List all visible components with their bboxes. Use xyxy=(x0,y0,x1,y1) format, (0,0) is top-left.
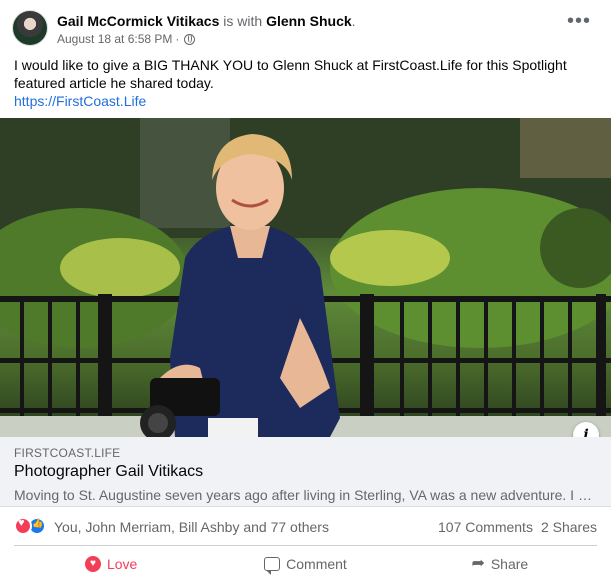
author-line: Gail McCormick Vitikacs is with Glenn Sh… xyxy=(57,12,356,30)
shares-count[interactable]: 2 Shares xyxy=(541,518,597,536)
with-text: is with xyxy=(219,13,267,29)
tagged-suffix: . xyxy=(351,13,356,29)
share-label: Share xyxy=(490,556,529,572)
arrow-share-icon: ➦ xyxy=(471,555,485,572)
more-options-button[interactable]: ••• xyxy=(567,11,590,35)
comments-count[interactable]: 107 Comments xyxy=(438,518,533,536)
reaction-icons[interactable] xyxy=(14,517,50,535)
love-label: Love xyxy=(106,556,138,572)
globe-icon[interactable] xyxy=(184,33,196,45)
photo-illustration xyxy=(0,118,611,437)
link-preview-card[interactable]: FIRSTCOAST.LIFE Photographer Gail Vitika… xyxy=(0,437,611,507)
post-link[interactable]: https://FirstCoast.Life xyxy=(14,92,146,110)
author-avatar[interactable] xyxy=(12,10,48,46)
divider xyxy=(14,545,597,546)
tagged-name[interactable]: Glenn Shuck xyxy=(266,13,352,29)
comment-label: Comment xyxy=(286,556,347,572)
counts: 107 Comments 2 Shares xyxy=(438,518,597,536)
post-text: I would like to give a BIG THANK YOU to … xyxy=(14,57,567,91)
link-domain: FIRSTCOAST.LIFE xyxy=(14,446,121,460)
post-timestamp[interactable]: August 18 at 6:58 PM xyxy=(57,31,172,47)
comment-button[interactable]: Comment xyxy=(208,548,402,580)
link-preview-image[interactable] xyxy=(0,118,611,437)
meta-separator: · xyxy=(175,32,180,46)
post-header: Gail McCormick Vitikacs is with Glenn Sh… xyxy=(0,0,611,52)
engagement-stats: You, John Merriam, Bill Ashby and 77 oth… xyxy=(14,514,597,538)
reactions-summary[interactable]: You, John Merriam, Bill Ashby and 77 oth… xyxy=(54,518,329,536)
heart-icon xyxy=(14,517,32,535)
action-bar: ♥ Love Comment ➦ Share xyxy=(14,548,597,580)
heart-icon: ♥ xyxy=(84,556,101,572)
link-description: Moving to St. Augustine seven years ago … xyxy=(14,487,599,503)
author-name[interactable]: Gail McCormick Vitikacs xyxy=(57,13,219,29)
link-title[interactable]: Photographer Gail Vitikacs xyxy=(14,462,203,482)
speech-bubble-icon xyxy=(264,557,281,575)
post-meta: August 18 at 6:58 PM · xyxy=(57,31,196,47)
share-button[interactable]: ➦ Share xyxy=(403,548,597,580)
love-button[interactable]: ♥ Love xyxy=(14,548,208,580)
